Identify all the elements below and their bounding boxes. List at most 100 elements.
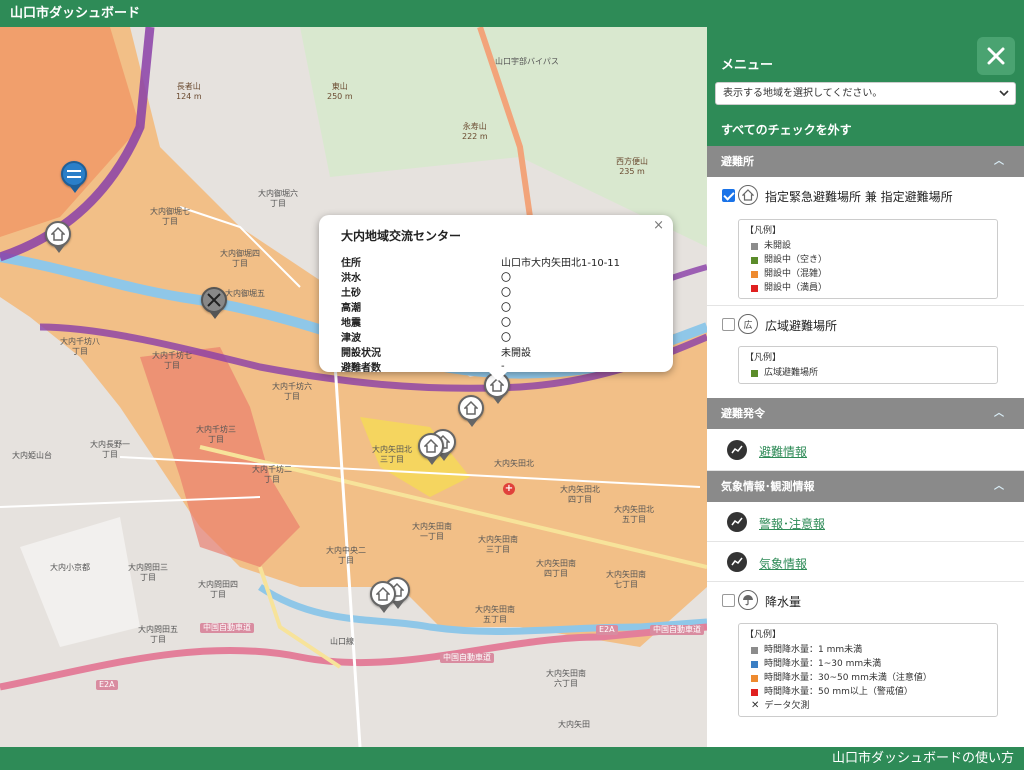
map-label-town: 大内矢田南 一丁目 bbox=[412, 522, 452, 541]
marker-shelter-icon[interactable] bbox=[458, 395, 486, 429]
legend-item-missing: ✕ データ欠測 bbox=[751, 700, 810, 711]
chevron-up-icon[interactable]: ︿ bbox=[994, 471, 1004, 502]
legend-swatch bbox=[751, 688, 758, 696]
evac-info-link[interactable]: 避難情報 bbox=[759, 443, 807, 460]
legend-title: 【凡例】 bbox=[745, 353, 782, 363]
map-label-town: 大内千坊七 丁目 bbox=[152, 351, 192, 370]
warning-link[interactable]: 警報･注意報 bbox=[759, 515, 825, 532]
chevron-up-icon[interactable]: ︿ bbox=[994, 398, 1004, 429]
legend-item-label: データ欠測 bbox=[764, 701, 810, 711]
legend-swatch bbox=[751, 270, 758, 278]
map-label-town: 大内中央二 丁目 bbox=[326, 546, 366, 565]
legend-item: 開設中（混雑） bbox=[745, 267, 991, 281]
layer-row-wide-area[interactable]: 広 広域避難場所 bbox=[707, 305, 1024, 342]
popup-row: 土砂 〇 bbox=[341, 284, 620, 299]
map-label-route: E2A bbox=[96, 680, 118, 690]
legend-title: 【凡例】 bbox=[745, 226, 782, 236]
legend-title: 【凡例】 bbox=[745, 630, 782, 640]
shelter-popup: 大内地域交流センター × 住所 山口市大内矢田北1-10-11 洪水〇土砂〇高潮〇地… bbox=[319, 215, 673, 381]
legend-item-label: 未開設 bbox=[764, 241, 792, 251]
layer-checkbox-designated[interactable] bbox=[722, 189, 735, 202]
legend-swatch bbox=[751, 242, 758, 250]
map-label-town: 大内矢田南 五丁目 bbox=[475, 605, 515, 624]
legend-item: 開設中（空き） bbox=[745, 253, 991, 267]
map-view[interactable]: 長者山 124 m 東山 250 m 永寿山 222 m 西方便山 235 m … bbox=[0, 27, 707, 747]
map-label-town: 大内矢田 bbox=[558, 720, 590, 729]
map-label-town: 大内矢田南 四丁目 bbox=[536, 559, 576, 578]
popup-value: 未開設 bbox=[501, 348, 531, 359]
section-header-evac-order[interactable]: 避難発令 ︿ bbox=[707, 398, 1024, 429]
legend-item: 広域避難場所 bbox=[745, 366, 991, 380]
layer-checkbox-wide-area[interactable] bbox=[722, 318, 735, 331]
layer-row-evac-info[interactable]: 避難情報 bbox=[707, 429, 1024, 471]
legend-item-label: 時間降水量：50 mm以上（警戒値） bbox=[764, 687, 913, 697]
legend-item: 時間降水量：1~30 mm未満 bbox=[745, 657, 991, 671]
marker-station-icon[interactable] bbox=[61, 161, 89, 195]
popup-row: 避難者数 - bbox=[341, 359, 620, 374]
map-label-town: 大内問田五 丁目 bbox=[138, 625, 178, 644]
layer-row-rainfall[interactable]: 降水量 bbox=[707, 582, 1024, 619]
sidebar-close-button[interactable] bbox=[977, 37, 1015, 75]
section-title: 避難発令 bbox=[721, 407, 765, 420]
popup-close-button[interactable]: × bbox=[653, 218, 664, 233]
popup-key: 津波 bbox=[341, 333, 361, 344]
legend-designated: 【凡例】 未開設開設中（空き） 開設中（混雑） 開設中（満員） bbox=[738, 219, 998, 299]
map-label-town: 大内千坊二 丁目 bbox=[252, 465, 292, 484]
layer-checkbox-rainfall[interactable] bbox=[722, 594, 735, 607]
map-label-road: 中国自動車道 bbox=[650, 625, 704, 635]
marker-shelter-icon[interactable] bbox=[45, 221, 73, 255]
popup-info-table: 住所 山口市大内矢田北1-10-11 洪水〇土砂〇高潮〇地震〇津波〇開設状況 未開設避… bbox=[341, 254, 620, 374]
legend-item: 時間降水量：1 mm未満 bbox=[745, 643, 991, 657]
weather-info-link[interactable]: 気象情報 bbox=[759, 555, 807, 572]
section-header-weather[interactable]: 気象情報･観測情報 ︿ bbox=[707, 471, 1024, 502]
marker-closed-icon[interactable] bbox=[201, 287, 229, 321]
app-footer: 山口市ダッシュボードの使い方 bbox=[0, 747, 1024, 770]
map-label-town: 大内問田三 丁目 bbox=[128, 563, 168, 582]
map-label-town: 大内矢田北 四丁目 bbox=[560, 485, 600, 504]
legend-swatch bbox=[751, 369, 758, 377]
map-label-town: 大内矢田南 七丁目 bbox=[606, 570, 646, 589]
popup-value: 〇 bbox=[501, 303, 511, 314]
area-select[interactable]: 表示する地域を選択してください。 bbox=[715, 82, 1016, 105]
map-label-town: 大内御堀七 丁目 bbox=[150, 207, 190, 226]
popup-key: 洪水 bbox=[341, 273, 361, 284]
popup-key: 高潮 bbox=[341, 303, 361, 314]
legend-swatch bbox=[751, 284, 758, 292]
marker-shelter-icon[interactable] bbox=[418, 433, 446, 467]
layer-row-warning[interactable]: 警報･注意報 bbox=[707, 502, 1024, 542]
marker-shelter-icon[interactable] bbox=[370, 581, 398, 615]
legend-item-label: 開設中（満員） bbox=[764, 283, 828, 293]
map-label-peak: 西方便山 235 m bbox=[616, 157, 648, 176]
legend-item: 時間降水量：50 mm以上（警戒値） bbox=[745, 685, 991, 699]
popup-row: 住所 山口市大内矢田北1-10-11 bbox=[341, 254, 620, 269]
uncheck-all-button[interactable]: すべてのチェックを外す bbox=[721, 121, 852, 138]
layer-label-designated: 指定緊急避難場所 兼 指定避難場所 bbox=[765, 190, 953, 204]
section-header-evac[interactable]: 避難所 ︿ bbox=[707, 146, 1024, 177]
close-icon bbox=[987, 47, 1005, 65]
map-label-town: 大内矢田南 三丁目 bbox=[478, 535, 518, 554]
trend-icon bbox=[727, 512, 747, 532]
app-title: 山口市ダッシュボード bbox=[10, 6, 141, 21]
popup-value: 〇 bbox=[501, 318, 511, 329]
layer-row-weather-info[interactable]: 気象情報 bbox=[707, 542, 1024, 582]
popup-row: 津波 〇 bbox=[341, 329, 620, 344]
map-label-town: 大内姫山台 bbox=[12, 451, 52, 460]
app-header: 山口市ダッシュボード bbox=[0, 0, 1024, 27]
popup-value: - bbox=[501, 361, 505, 372]
popup-value: 〇 bbox=[501, 333, 511, 344]
layer-label-rainfall: 降水量 bbox=[765, 595, 802, 609]
popup-title: 大内地域交流センター bbox=[341, 229, 462, 243]
map-label-town: 大内矢田北 三丁目 bbox=[372, 445, 412, 464]
popup-key: 開設状況 bbox=[341, 348, 381, 359]
legend-rainfall: 【凡例】 時間降水量：1 mm未満 時間降水量：1~30 mm未満時間降水量：30… bbox=[738, 623, 998, 717]
map-label-town: 大内御堀五 bbox=[225, 289, 265, 298]
map-label-town: 大内問田四 丁目 bbox=[198, 580, 238, 599]
chevron-up-icon[interactable]: ︿ bbox=[994, 146, 1004, 177]
layer-row-designated[interactable]: 指定緊急避難場所 兼 指定避難場所 bbox=[707, 177, 1024, 215]
popup-value: 山口市大内矢田北1-10-11 bbox=[501, 258, 621, 269]
legend-swatch bbox=[751, 674, 758, 682]
umbrella-icon bbox=[738, 590, 758, 610]
legend-item-label: 時間降水量：30~50 mm未満（注意値） bbox=[764, 673, 932, 683]
help-link[interactable]: 山口市ダッシュボードの使い方 bbox=[832, 747, 1014, 770]
sidebar-header: メニュー 表示する地域を選択してください。 すべてのチェックを外す bbox=[707, 27, 1024, 146]
